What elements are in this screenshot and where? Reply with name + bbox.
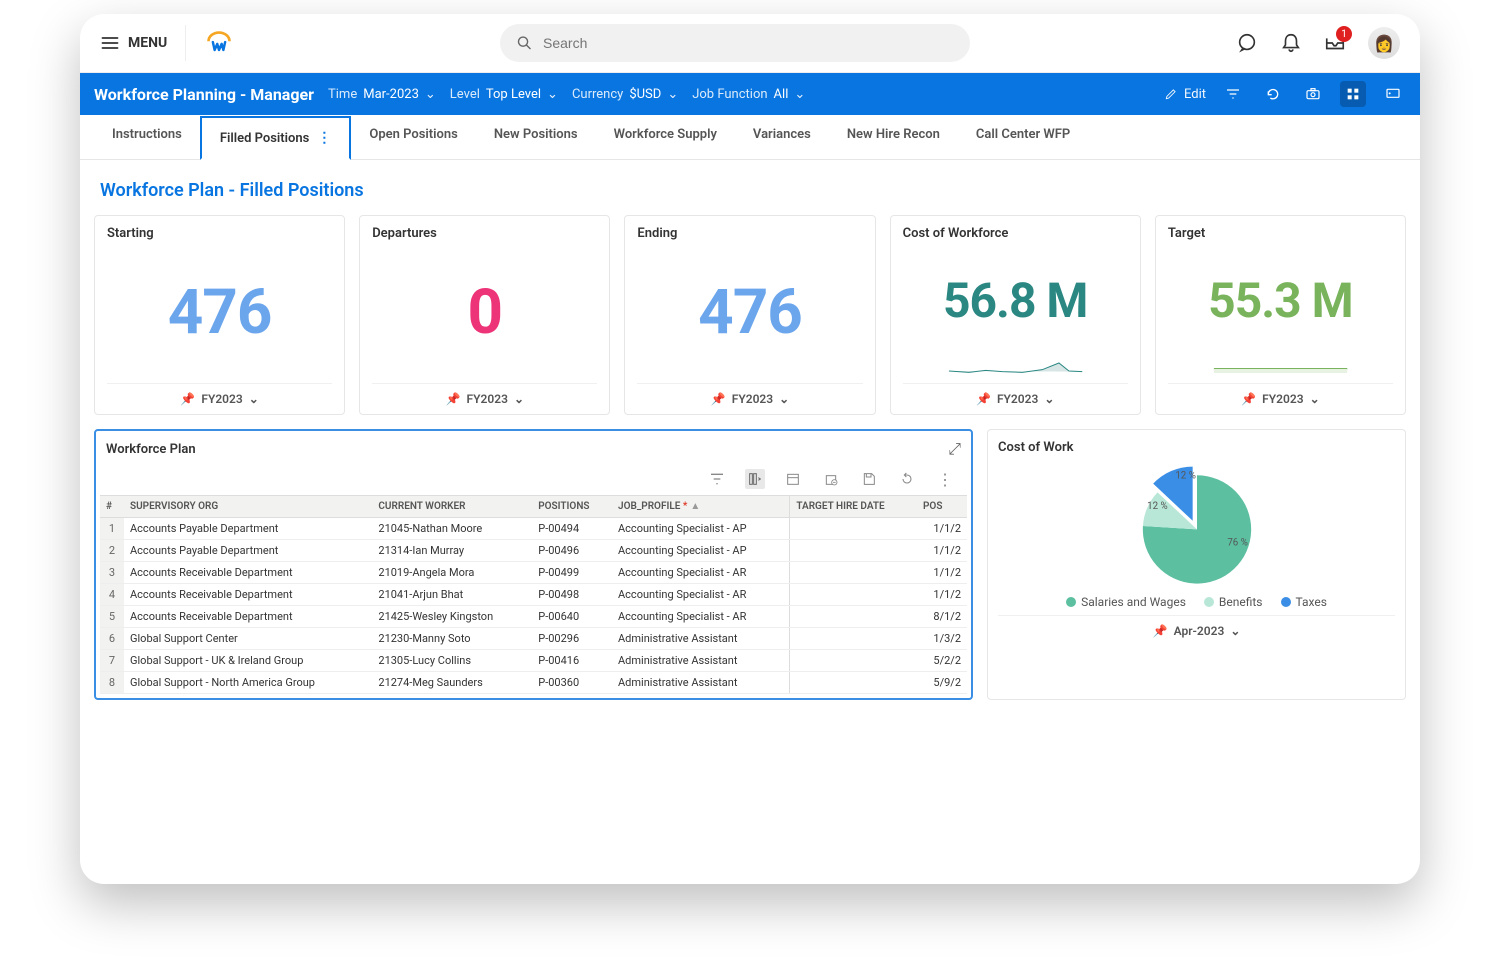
table-row[interactable]: 6Global Support Center21230-Manny SotoP-…: [100, 628, 967, 650]
grid-icon[interactable]: [1340, 81, 1366, 107]
inbox-icon[interactable]: 1: [1324, 32, 1346, 54]
more-icon[interactable]: ⋮: [317, 130, 331, 146]
tab-instructions[interactable]: Instructions: [94, 115, 200, 159]
edit-button[interactable]: Edit: [1164, 87, 1206, 102]
chevron-down-icon: ⌄: [779, 392, 789, 406]
chevron-down-icon: ⌄: [1230, 624, 1240, 638]
cost-of-work-panel: Cost of Work 76 % 12 % 12 %: [987, 429, 1406, 700]
search-icon: [516, 34, 533, 52]
search-box[interactable]: [500, 24, 970, 62]
tab-filled-positions[interactable]: Filled Positions⋮: [200, 116, 352, 160]
expand-icon[interactable]: ⤢: [948, 439, 961, 459]
pin-icon: 📌: [1241, 392, 1256, 406]
table-row[interactable]: 1Accounts Payable Department21045-Nathan…: [100, 518, 967, 540]
workforce-plan-table: Workforce Plan ⤢ ⋮ # SUPER: [94, 429, 973, 700]
search-input[interactable]: [543, 35, 954, 51]
tab-new-hire-recon[interactable]: New Hire Recon: [829, 115, 958, 159]
filter-time[interactable]: Time Mar-2023 ⌄: [328, 87, 436, 102]
pin-icon: 📌: [711, 392, 726, 406]
hamburger-icon: [100, 33, 120, 53]
card-footer[interactable]: 📌FY2023⌄: [903, 383, 1128, 406]
chevron-down-icon: ⌄: [425, 87, 436, 102]
pin-icon: 📌: [446, 392, 461, 406]
table-row[interactable]: 2Accounts Payable Department21314-Ian Mu…: [100, 540, 967, 562]
sort-icon: ▲: [690, 501, 700, 512]
workday-logo[interactable]: [204, 28, 234, 58]
more-icon[interactable]: ⋮: [935, 469, 955, 489]
tab-workforce-supply[interactable]: Workforce Supply: [596, 115, 735, 159]
filter-currency[interactable]: Currency $USD ⌄: [572, 87, 678, 102]
chevron-down-icon: ⌄: [1310, 392, 1320, 406]
save-icon[interactable]: [859, 469, 879, 489]
table-row[interactable]: 3Accounts Receivable Department21019-Ang…: [100, 562, 967, 584]
card-departures: Departures 0 📌FY2023⌄: [359, 215, 610, 415]
chevron-down-icon: ⌄: [547, 87, 558, 102]
ending-value: 476: [637, 241, 862, 383]
page-title: Workforce Planning - Manager: [94, 85, 314, 104]
table-toolbar: ⋮: [100, 463, 967, 495]
redo-icon[interactable]: [897, 469, 917, 489]
card-ending: Ending 476 📌FY2023⌄: [624, 215, 875, 415]
pin-icon: 📌: [976, 392, 991, 406]
present-icon[interactable]: [1380, 81, 1406, 107]
svg-text:76 %: 76 %: [1227, 538, 1248, 549]
tabs: Instructions Filled Positions⋮ Open Posi…: [80, 115, 1420, 160]
chevron-down-icon: ⌄: [794, 87, 805, 102]
calendar-icon[interactable]: [783, 469, 803, 489]
inbox-badge: 1: [1336, 26, 1352, 42]
cost-workforce-value: 56.8 M: [903, 241, 1128, 359]
chevron-down-icon: ⌄: [667, 87, 678, 102]
chevron-down-icon: ⌄: [514, 392, 524, 406]
filter-job-function[interactable]: Job Function All ⌄: [692, 87, 805, 102]
card-footer[interactable]: 📌FY2023⌄: [107, 383, 332, 406]
pin-icon: 📌: [180, 392, 195, 406]
card-cost-of-workforce: Cost of Workforce 56.8 M 📌FY2023⌄: [890, 215, 1141, 415]
tab-variances[interactable]: Variances: [735, 115, 829, 159]
starting-value: 476: [107, 241, 332, 383]
pie-legend: Salaries and Wages Benefits Taxes: [1066, 595, 1327, 609]
card-footer[interactable]: 📌FY2023⌄: [1168, 383, 1393, 406]
pie-chart: 76 % 12 % 12 %: [1122, 459, 1272, 589]
table-row[interactable]: 8Global Support - North America Group212…: [100, 672, 967, 694]
pie-footer[interactable]: 📌Apr-2023⌄: [998, 615, 1395, 638]
kpi-cards: Starting 476 📌FY2023⌄ Departures 0 📌FY20…: [94, 215, 1406, 415]
refresh-icon[interactable]: [1260, 81, 1286, 107]
delete-icon[interactable]: [821, 469, 841, 489]
menu-label: MENU: [128, 35, 167, 51]
svg-text:12 %: 12 %: [1175, 471, 1196, 482]
svg-text:12 %: 12 %: [1147, 501, 1168, 512]
chat-icon[interactable]: [1236, 32, 1258, 54]
chevron-down-icon: ⌄: [249, 392, 259, 406]
pin-icon: 📌: [1153, 624, 1168, 638]
filter-level[interactable]: Level Top Level ⌄: [450, 87, 558, 102]
tab-new-positions[interactable]: New Positions: [476, 115, 596, 159]
target-line: [1172, 359, 1389, 379]
data-table[interactable]: # SUPERVISORY ORG CURRENT WORKER POSITIO…: [100, 495, 967, 694]
target-value: 55.3 M: [1168, 241, 1393, 359]
menu-button[interactable]: MENU: [100, 33, 167, 53]
bell-icon[interactable]: [1280, 32, 1302, 54]
departures-value: 0: [372, 241, 597, 383]
card-target: Target 55.3 M 📌FY2023⌄: [1155, 215, 1406, 415]
pencil-icon: [1164, 87, 1178, 101]
tab-open-positions[interactable]: Open Positions: [351, 115, 476, 159]
user-avatar[interactable]: 👩: [1368, 27, 1400, 59]
section-title: Workforce Plan - Filled Positions: [100, 180, 1406, 201]
table-row[interactable]: 5Accounts Receivable Department21425-Wes…: [100, 606, 967, 628]
filter-icon[interactable]: [1220, 81, 1246, 107]
chevron-down-icon: ⌄: [1044, 392, 1054, 406]
card-footer[interactable]: 📌FY2023⌄: [372, 383, 597, 406]
columns-icon[interactable]: [745, 469, 765, 489]
card-starting: Starting 476 📌FY2023⌄: [94, 215, 345, 415]
table-row[interactable]: 4Accounts Receivable Department21041-Arj…: [100, 584, 967, 606]
table-row[interactable]: 7Global Support - UK & Ireland Group2130…: [100, 650, 967, 672]
camera-icon[interactable]: [1300, 81, 1326, 107]
top-bar: MENU 1 👩: [80, 14, 1420, 73]
card-footer[interactable]: 📌FY2023⌄: [637, 383, 862, 406]
sparkline: [907, 359, 1124, 379]
filter-icon[interactable]: [707, 469, 727, 489]
tab-call-center-wfp[interactable]: Call Center WFP: [958, 115, 1088, 159]
search-container: [252, 24, 1218, 62]
filter-bar: Workforce Planning - Manager Time Mar-20…: [80, 73, 1420, 115]
